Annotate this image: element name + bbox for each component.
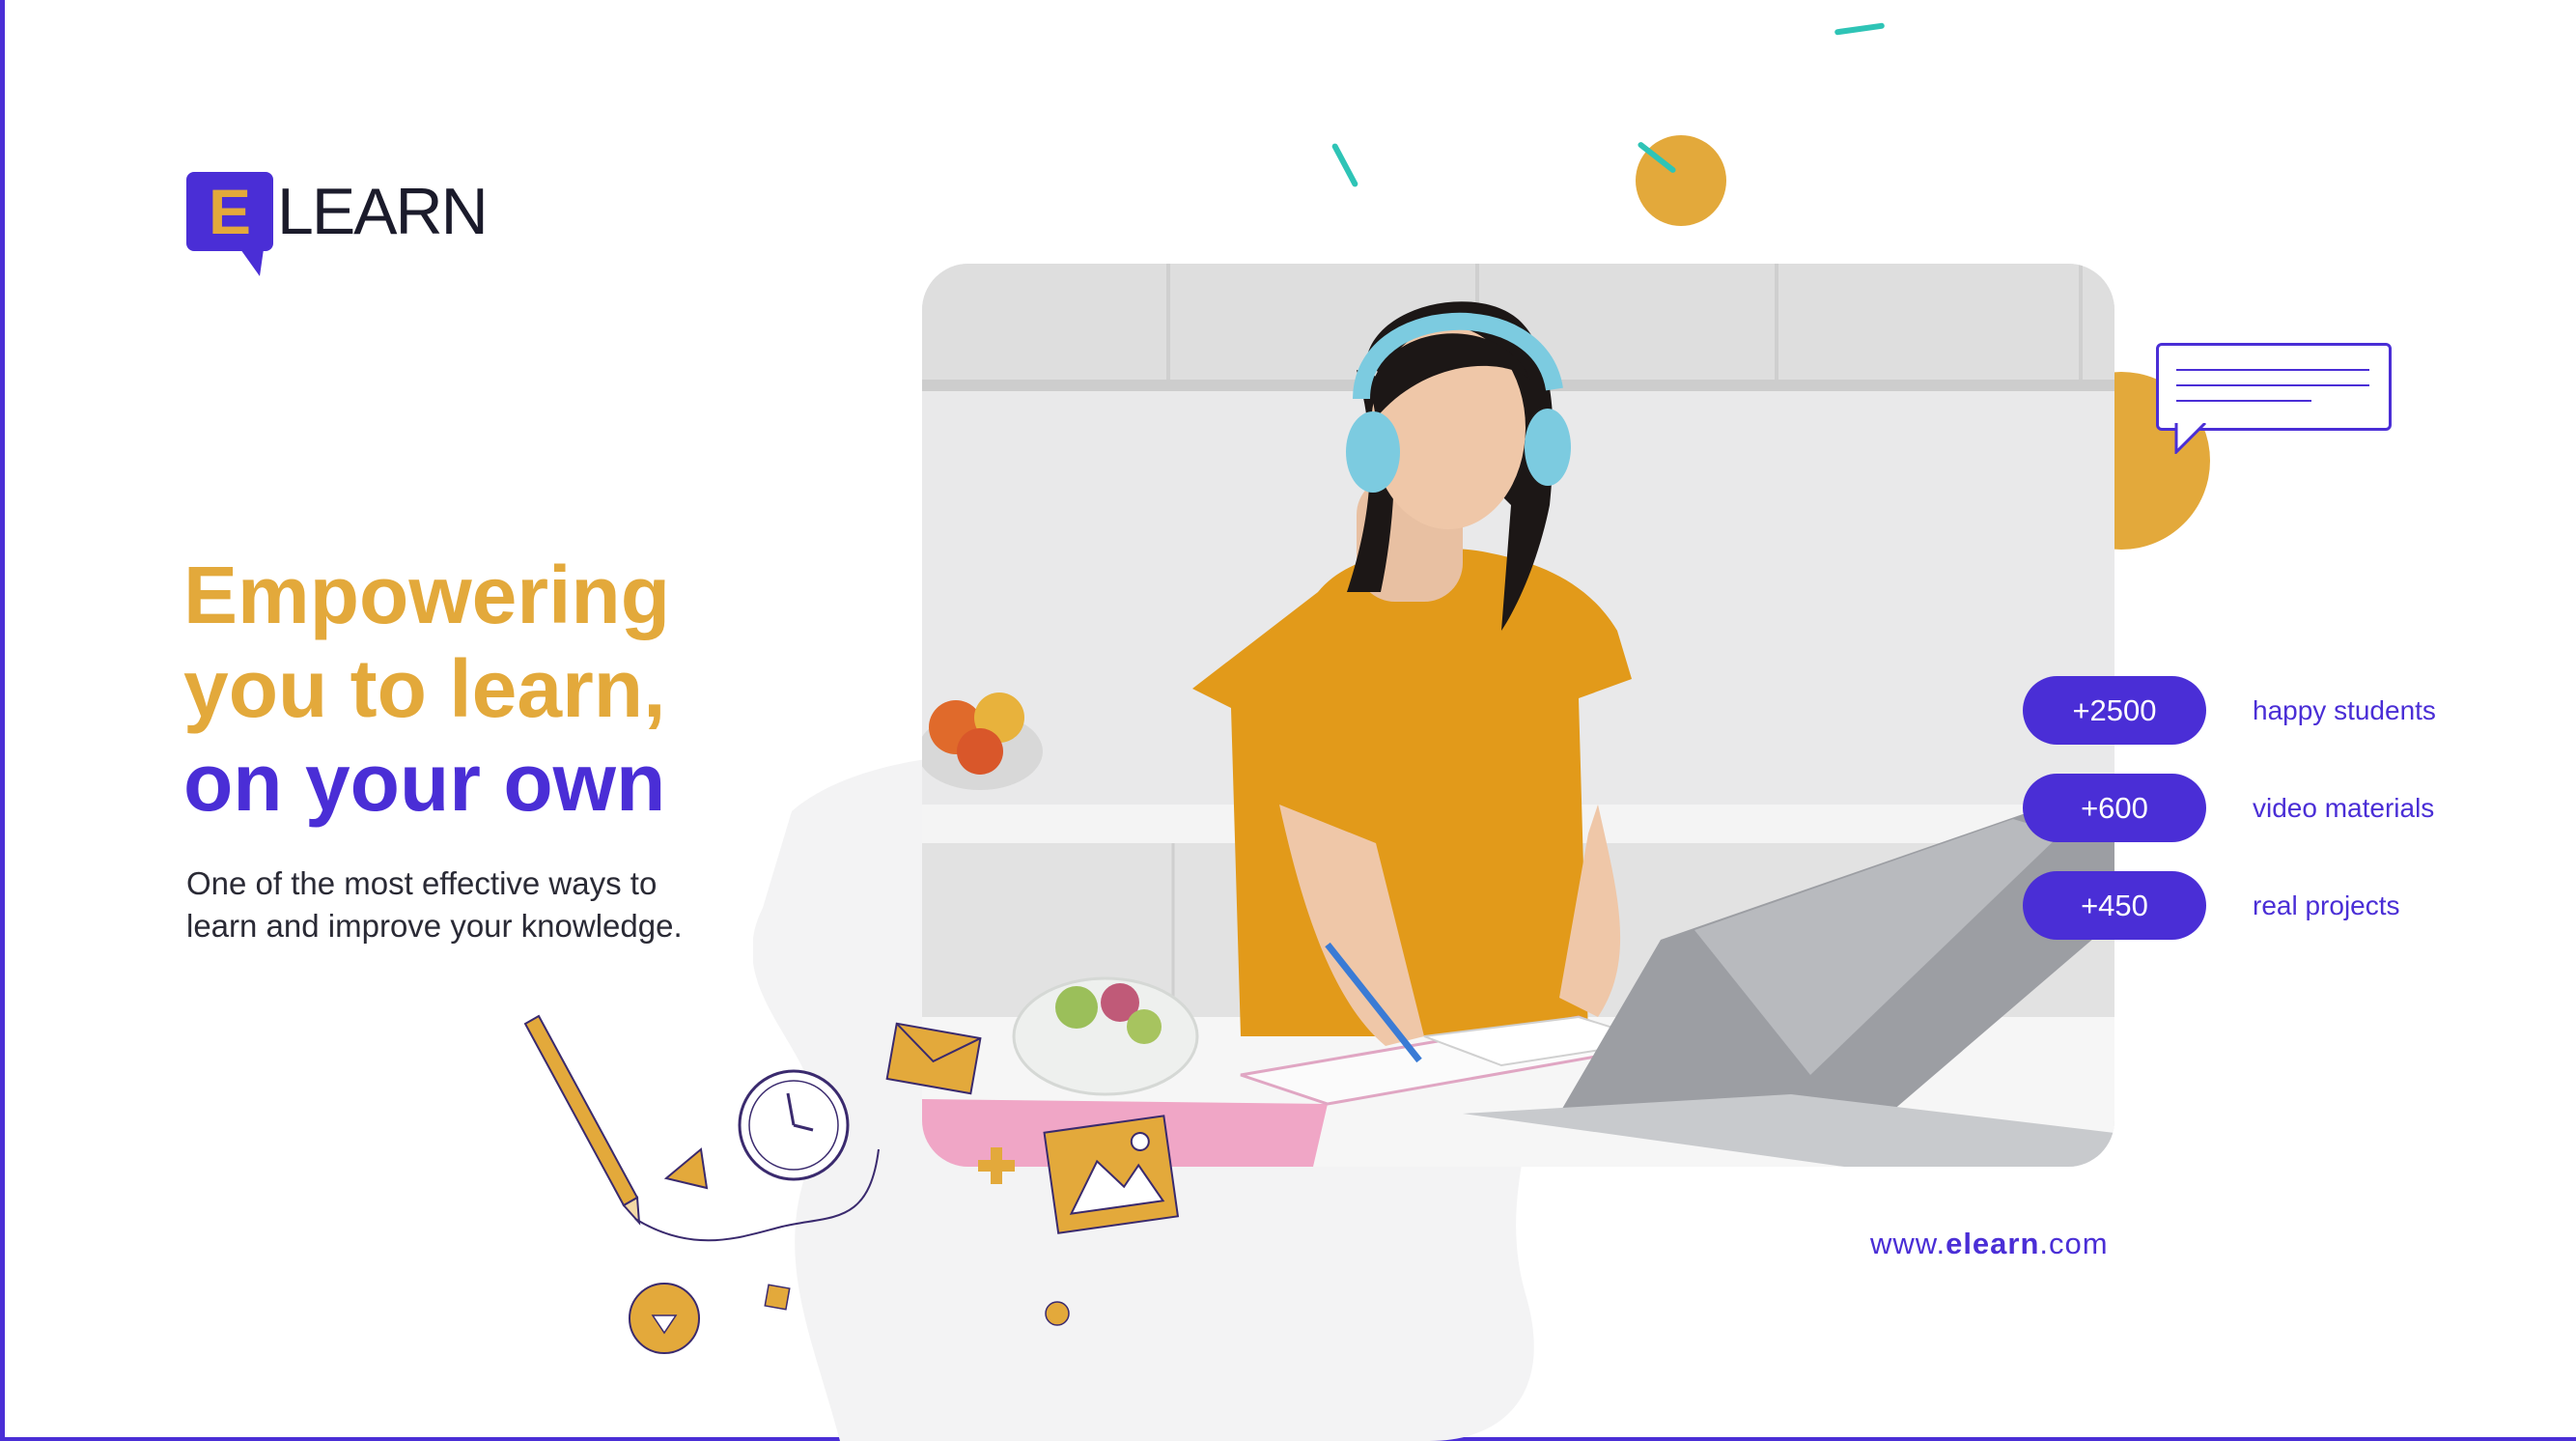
headline-line-1: Empowering — [183, 550, 671, 640]
stat-value-students: +2500 — [2023, 676, 2206, 745]
hero-subtext: One of the most effective ways to learn … — [186, 862, 727, 947]
stat-value-videos: +600 — [2023, 774, 2206, 842]
chat-bubble-tail — [2174, 423, 2207, 454]
subtext-line-1: One of the most effective ways to — [186, 865, 658, 901]
stat-label-projects: real projects — [2253, 890, 2400, 920]
envelope-icon — [885, 1022, 982, 1095]
headline-line-2: you to learn, — [183, 643, 666, 734]
hero-headline: Empowering you to learn, on your own — [183, 549, 670, 830]
clock-icon — [738, 1069, 850, 1181]
stat-row-students: +2500 happy students — [2023, 676, 2436, 745]
website-url[interactable]: www.elearn.com — [1870, 1227, 2109, 1261]
url-suffix: .com — [2039, 1227, 2109, 1260]
logo-mark: E — [186, 172, 273, 276]
image-icon — [1043, 1115, 1180, 1234]
chat-bubble-icon — [2156, 343, 2392, 431]
plus-icon — [978, 1147, 1015, 1184]
subtext-line-2: learn and improve your knowledge. — [186, 908, 683, 944]
stat-label-videos: video materials — [2253, 792, 2435, 823]
stat-label-students: happy students — [2253, 694, 2436, 725]
teal-dash-2 — [1330, 142, 1359, 188]
dot-decoration — [1045, 1301, 1070, 1326]
stat-row-projects: +450 real projects — [2023, 871, 2436, 940]
stat-row-videos: +600 video materials — [2023, 774, 2436, 842]
logo[interactable]: E LEARN — [186, 172, 489, 276]
triangle-decoration — [663, 1147, 709, 1190]
headline-line-3: on your own — [183, 737, 666, 828]
doodle-cluster — [523, 1014, 1180, 1354]
url-prefix: www. — [1870, 1227, 1946, 1260]
stat-value-projects: +450 — [2023, 871, 2206, 940]
play-icon — [629, 1283, 700, 1354]
url-brand: elearn — [1946, 1227, 2040, 1260]
stats-list: +2500 happy students +600 video material… — [2023, 676, 2436, 969]
square-decoration — [764, 1284, 791, 1311]
logo-wordmark: LEARN — [277, 175, 489, 248]
teal-dash-1 — [1834, 22, 1886, 36]
logo-letter: E — [208, 176, 252, 247]
